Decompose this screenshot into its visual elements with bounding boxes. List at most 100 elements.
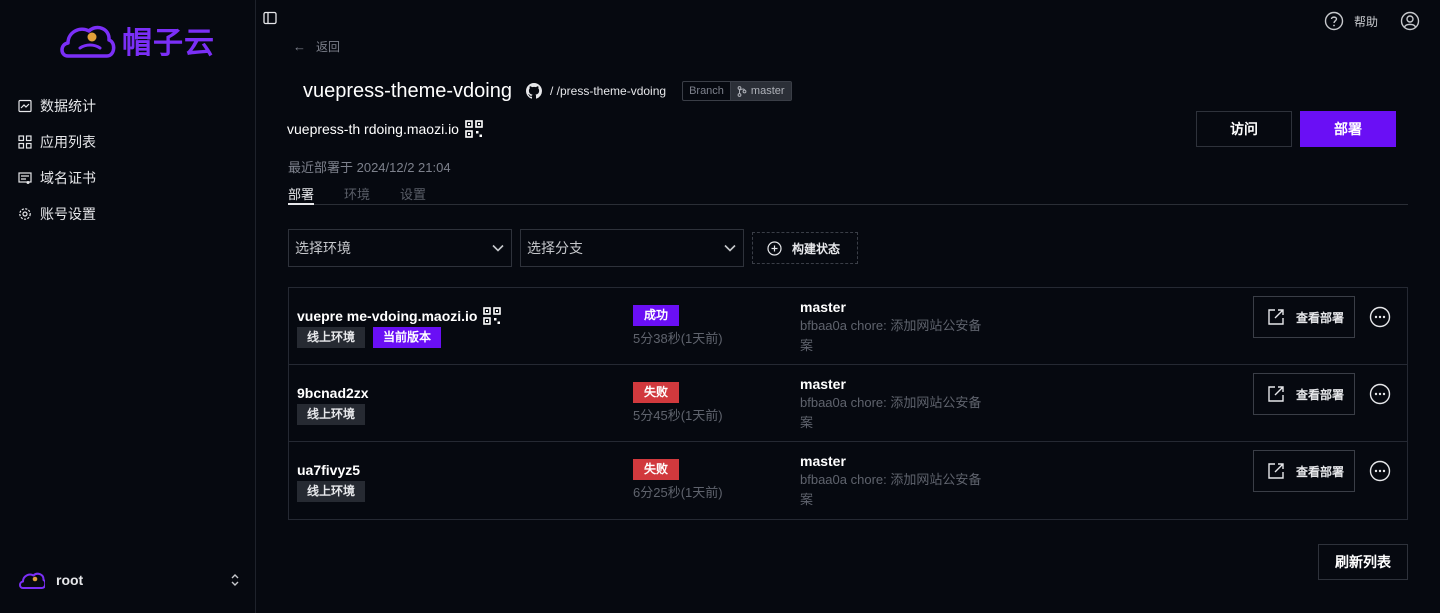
deployment-name: vuepre me-vdoing.maozi.io [297,308,478,324]
help-icon [1324,11,1344,31]
branch-key: Branch [683,82,731,100]
grid-icon [18,135,32,149]
sidebar-item-certificates[interactable]: 域名证书 [18,160,96,196]
deployment-name-cell: vuepre me-vdoing.maozi.io 线上环境 当前版本 [297,307,502,348]
sidebar-item-apps[interactable]: 应用列表 [18,124,96,160]
status-cell: 失败 5分45秒(1天前) [633,382,723,424]
repo-link[interactable]: / /press-theme-vdoing [526,83,666,99]
qrcode-icon[interactable] [465,120,483,138]
visit-button[interactable]: 访问 [1196,111,1292,147]
sidebar-nav: 数据统计 应用列表 域名证书 账号设置 [18,88,96,232]
sidebar-item-label: 域名证书 [40,170,96,186]
environment-select[interactable]: 选择环境 [288,229,512,267]
tab-settings[interactable]: 设置 [400,184,426,205]
commit-message: bfbaa0a chore: 添加网站公安备 [800,318,982,333]
sidebar-item-label: 账号设置 [40,206,96,222]
branch-value: master [750,85,785,97]
view-deployment-label: 查看部署 [1296,310,1345,325]
more-options-icon[interactable] [1369,306,1391,328]
environment-select-label: 选择环境 [295,240,351,256]
back-label: 返回 [316,40,341,54]
status-badge: 失败 [633,382,680,403]
view-deployment-label: 查看部署 [1296,387,1345,402]
commit-message: bfbaa0a chore: 添加网站公安备 [800,472,982,487]
external-link-icon [1268,463,1284,479]
chevron-updown-icon [231,574,239,586]
more-options-icon[interactable] [1369,383,1391,405]
deployments-table: vuepre me-vdoing.maozi.io 线上环境 当前版本 成功 5… [288,287,1408,520]
sidebar-item-account-settings[interactable]: 账号设置 [18,196,96,232]
status-badge: 成功 [633,305,680,326]
help-label: 帮助 [1353,14,1378,29]
chevron-down-icon [724,244,736,252]
build-status-filter[interactable]: 构建状态 [752,232,858,264]
certificate-icon [18,172,32,184]
commit-message: bfbaa0a chore: 添加网站公安备 [800,395,982,410]
sidebar: 帽子云 数据统计 应用列表 域名证书 账号设置 root [0,0,256,613]
refresh-list-button[interactable]: 刷新列表 [1318,544,1408,580]
commit-message-cont: 案 [800,492,814,507]
logo[interactable]: 帽子云 [58,18,215,62]
git-branch-icon [737,85,747,97]
gear-icon [19,208,31,220]
project-domain-link[interactable]: vuepress-th rdoing.maozi.io [287,120,483,138]
avatar [19,572,45,589]
env-tag: 线上环境 [297,404,366,425]
deployment-name: ua7fivyz5 [297,462,361,478]
deployment-tags: 线上环境 当前版本 [297,327,501,348]
branch-tag: Branch master [682,81,792,101]
env-tag: 线上环境 [297,327,366,348]
main-content: 帮助 ← 返回 vuepress-theme-vdoing / /press-t… [256,0,1440,613]
deployment-tags: 线上环境 [297,404,373,425]
arrow-left-icon: ← [293,39,306,54]
more-options-icon[interactable] [1369,460,1391,482]
header-actions: 帮助 [1324,11,1420,31]
status-cell: 成功 5分38秒(1天前) [633,305,723,347]
deployment-name-cell: ua7fivyz5 线上环境 [297,461,373,502]
commit-cell: master bfbaa0a chore: 添加网站公安备 案 [800,375,1020,433]
deployment-name-cell: 9bcnad2zx 线上环境 [297,384,373,425]
commit-branch: master [800,376,846,392]
sidebar-toggle-icon[interactable] [263,11,277,25]
sidebar-item-stats[interactable]: 数据统计 [18,88,96,124]
chevron-down-icon [492,244,504,252]
user-menu[interactable]: root [18,570,240,590]
view-deployment-button[interactable]: 查看部署 [1253,450,1355,492]
external-link-icon [1268,386,1284,402]
cloud-logo-icon [60,25,116,58]
deploy-button[interactable]: 部署 [1300,111,1396,147]
external-link-icon [1268,309,1284,325]
view-deployment-button[interactable]: 查看部署 [1253,373,1355,415]
qrcode-icon[interactable] [483,307,502,325]
plus-circle-icon [767,240,782,256]
page-title: vuepress-theme-vdoing [303,79,512,102]
github-icon [526,83,542,99]
commit-branch: master [800,453,846,469]
commit-cell: master bfbaa0a chore: 添加网站公安备 案 [800,298,1020,356]
duration-text: 5分38秒(1天前) [633,331,723,346]
branch-select-label: 选择分支 [527,240,583,256]
table-row: ua7fivyz5 线上环境 失败 6分25秒(1天前) master bfba… [289,442,1407,519]
tab-environment[interactable]: 环境 [344,184,370,205]
help-button[interactable]: 帮助 [1324,11,1378,31]
commit-cell: master bfbaa0a chore: 添加网站公安备 案 [800,452,1020,510]
commit-message-cont: 案 [800,338,814,353]
chart-icon [18,99,32,113]
tab-deploy[interactable]: 部署 [288,184,315,205]
repo-name: / /press-theme-vdoing [550,84,667,98]
duration-text: 6分25秒(1天前) [633,485,723,500]
view-deployment-button[interactable]: 查看部署 [1253,296,1355,338]
deployment-name: 9bcnad2zx [297,385,369,401]
last-deployed-text: 最近部署于 2024/12/2 21:04 [288,160,451,175]
branch-select[interactable]: 选择分支 [520,229,744,267]
project-domain: vuepress-th rdoing.maozi.io [287,121,459,137]
deployment-tags: 线上环境 [297,481,373,502]
back-link[interactable]: ← 返回 [293,38,340,55]
env-tag: 线上环境 [297,481,366,502]
current-version-tag: 当前版本 [373,327,442,348]
commit-branch: master [800,299,846,315]
deployment-link[interactable]: ua7fivyz5 [297,461,373,479]
deployment-link[interactable]: 9bcnad2zx [297,384,373,402]
deployment-link[interactable]: vuepre me-vdoing.maozi.io [297,307,502,325]
user-profile-icon[interactable] [1400,11,1420,31]
